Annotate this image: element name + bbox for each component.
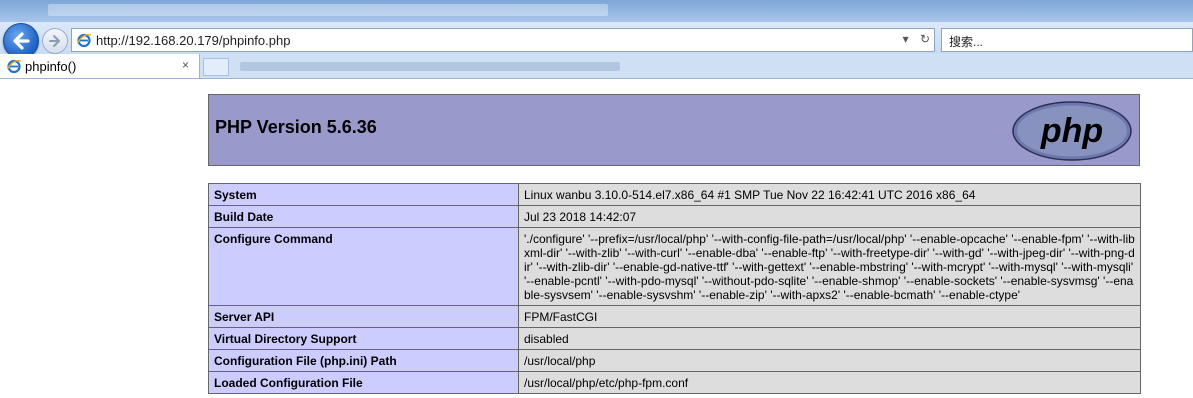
address-bar[interactable]: http://192.168.20.179/phpinfo.php ▾ ↻	[71, 28, 935, 52]
row-value: Jul 23 2018 14:42:07	[518, 205, 1141, 228]
row-key: Build Date	[208, 205, 519, 228]
row-value: disabled	[518, 327, 1141, 350]
new-tab-button[interactable]	[203, 58, 229, 76]
row-key: Configure Command	[208, 227, 519, 306]
browser-title-bar	[0, 0, 1193, 22]
row-value: /usr/local/php/etc/php-fpm.conf	[518, 371, 1141, 394]
table-row: Configure Command './configure' '--prefix…	[208, 227, 1141, 306]
row-key: Virtual Directory Support	[208, 327, 519, 350]
info-table: System Linux wanbu 3.10.0-514.el7.x86_64 …	[208, 183, 1141, 394]
address-dropdown-icon[interactable]: ▾	[903, 32, 909, 46]
row-value: /usr/local/php	[518, 349, 1141, 372]
tab-phpinfo[interactable]: phpinfo() ×	[0, 54, 200, 78]
tab-bar: phpinfo() ×	[0, 54, 1193, 79]
row-value: './configure' '--prefix=/usr/local/php' …	[518, 227, 1141, 306]
php-logo-text: php	[1040, 112, 1103, 150]
page-content: PHP Version 5.6.36 php System Linux wanbu…	[0, 79, 1193, 398]
row-key: Loaded Configuration File	[208, 371, 519, 394]
tab-label: phpinfo()	[25, 59, 77, 74]
row-value: FPM/FastCGI	[518, 305, 1141, 328]
table-row: Server API FPM/FastCGI	[208, 305, 1141, 328]
command-bar-blurred	[240, 62, 620, 71]
table-row: Configuration File (php.ini) Path/usr/lo…	[208, 349, 1141, 372]
address-url: http://192.168.20.179/phpinfo.php	[96, 33, 291, 48]
tab-close-icon[interactable]: ×	[182, 58, 189, 72]
php-logo-icon: php	[1012, 101, 1132, 161]
search-box[interactable]: 搜索...	[941, 28, 1193, 52]
navigation-bar: http://192.168.20.179/phpinfo.php ▾ ↻ 搜索…	[0, 22, 1193, 59]
back-arrow-icon	[13, 32, 30, 50]
row-key: System	[208, 183, 519, 206]
row-key: Server API	[208, 305, 519, 328]
search-placeholder: 搜索...	[949, 35, 984, 49]
table-row: System Linux wanbu 3.10.0-514.el7.x86_64 …	[208, 183, 1141, 206]
php-version-header: PHP Version 5.6.36 php	[208, 94, 1140, 166]
refresh-icon[interactable]: ↻	[920, 32, 930, 46]
ie-page-icon	[76, 33, 92, 48]
ie-tab-icon	[6, 59, 22, 74]
row-key: Configuration File (php.ini) Path	[208, 349, 519, 372]
row-value: Linux wanbu 3.10.0-514.el7.x86_64 #1 SMP…	[518, 183, 1141, 206]
page-title: PHP Version 5.6.36	[215, 117, 377, 137]
table-row: Loaded Configuration File/usr/local/php/…	[208, 371, 1141, 394]
forward-arrow-icon	[49, 35, 60, 47]
forward-button[interactable]	[42, 28, 68, 54]
table-row: Build Date Jul 23 2018 14:42:07	[208, 205, 1141, 228]
table-row: Virtual Directory Support disabled	[208, 327, 1141, 350]
